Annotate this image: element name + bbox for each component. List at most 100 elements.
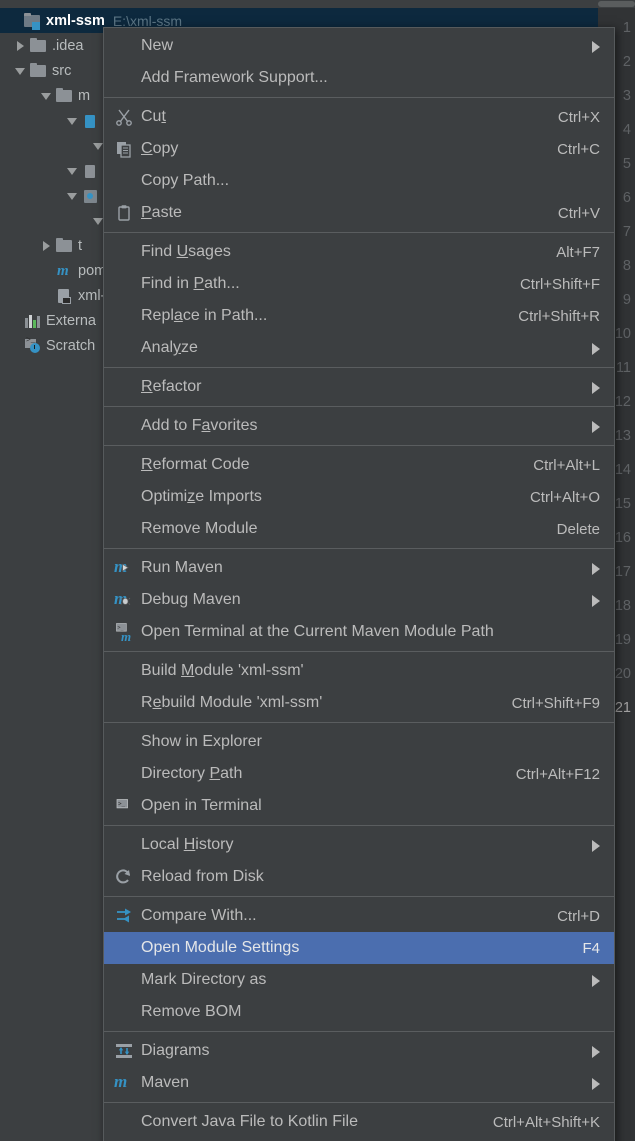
line-number: 5 [622,156,631,172]
menu-item-reformat-code[interactable]: Reformat Code Ctrl+Alt+L [104,449,614,481]
menu-icon-placeholder [113,69,141,87]
menu-item-label: Open in Terminal [141,797,262,814]
menu-icon-placeholder [113,765,141,783]
maven-icon: m [57,262,69,279]
menu-item-remove-module[interactable]: Remove Module Delete [104,513,614,545]
editor-scrollbar[interactable] [598,1,635,7]
menu-separator [104,825,614,826]
menu-item-copy-path[interactable]: Copy Path... [104,165,614,197]
menu-item-label: Analyze [141,339,198,356]
menu-icon-placeholder [113,37,141,55]
copy-icon [113,140,141,158]
menu-item-compare-with[interactable]: Compare With... Ctrl+D [104,900,614,932]
tree-row-label: .idea [52,37,84,54]
menu-item-show-in-explorer[interactable]: Show in Explorer [104,726,614,758]
menu-icon-placeholder [113,378,141,396]
menu-item-label: Run Maven [141,559,223,576]
chevron-down-icon[interactable] [14,64,27,77]
menu-item-rebuild-module-xml-ssm[interactable]: Rebuild Module 'xml-ssm' Ctrl+Shift+F9 [104,687,614,719]
menu-item-shortcut: Ctrl+Shift+R [518,307,600,325]
menu-item-analyze[interactable]: Analyze [104,332,614,364]
menu-item-label: Rebuild Module 'xml-ssm' [141,694,323,711]
menu-item-run-maven[interactable]: m Run Maven [104,552,614,584]
context-menu[interactable]: New Add Framework Support... Cut Ctrl+X Co… [103,27,615,1141]
menu-item-local-history[interactable]: Local History [104,829,614,861]
chevron-right-icon[interactable] [40,239,53,252]
menu-item-mark-directory-as[interactable]: Mark Directory as [104,964,614,996]
tree-arrow-placeholder [40,264,53,277]
menu-item-shortcut: Ctrl+Alt+O [529,488,600,506]
menu-item-debug-maven[interactable]: m Debug Maven [104,584,614,616]
menu-item-build-module-xml-ssm[interactable]: Build Module 'xml-ssm' [104,655,614,687]
menu-item-add-to-favorites[interactable]: Add to Favorites [104,410,614,442]
package-icon [82,113,99,129]
menu-item-optimize-imports[interactable]: Optimize Imports Ctrl+Alt+O [104,481,614,513]
menu-item-label: Find Usages [141,243,231,260]
menu-item-open-module-settings[interactable]: Open Module Settings F4 [104,932,614,964]
menu-item-label: Refactor [141,378,202,395]
menu-separator [104,722,614,723]
tree-arrow-placeholder [8,339,21,352]
menu-item-refactor[interactable]: Refactor [104,371,614,403]
chevron-down-icon[interactable] [66,114,79,127]
menu-item-diagrams[interactable]: Diagrams [104,1035,614,1067]
tree-arrow-placeholder [8,14,21,27]
tree-row-label: pom [78,262,107,279]
menu-item-label: Debug Maven [141,591,241,608]
menu-item-copy[interactable]: Copy Ctrl+C [104,133,614,165]
menu-item-label: Add to Favorites [141,417,258,434]
menu-icon-placeholder [113,836,141,854]
menu-item-label: Local History [141,836,234,853]
chevron-down-icon[interactable] [40,89,53,102]
menu-icon-placeholder [113,1113,141,1131]
menu-item-label: Reload from Disk [141,868,264,885]
menu-item-directory-path[interactable]: Directory Path Ctrl+Alt+F12 [104,758,614,790]
menu-item-label: Find in Path... [141,275,240,292]
menu-icon-placeholder [113,275,141,293]
menu-separator [104,896,614,897]
paste-icon [113,204,141,222]
menu-item-label: Open Terminal at the Current Maven Modul… [141,623,494,640]
menu-icon-placeholder [113,971,141,989]
menu-item-label: Build Module 'xml-ssm' [141,662,304,679]
line-number: 9 [622,292,631,308]
menu-item-open-terminal-at-the-current-maven-module-path[interactable]: >_ m Open Terminal at the Current Maven M… [104,616,614,648]
menu-icon-placeholder [113,939,141,957]
menu-item-find-in-path[interactable]: Find in Path... Ctrl+Shift+F [104,268,614,300]
folder-icon [56,87,73,104]
menu-item-find-usages[interactable]: Find Usages Alt+F7 [104,236,614,268]
line-number: 13 [614,428,631,444]
run-maven-icon: m [114,557,129,576]
menu-item-shortcut: Ctrl+Alt+Shift+K [492,1113,600,1131]
menu-separator [104,232,614,233]
chevron-right-icon[interactable] [14,39,27,52]
tree-arrow-placeholder [40,289,53,302]
folder-icon [30,62,47,79]
line-number: 18 [614,598,631,614]
compare-icon [113,907,141,925]
tree-row-label: Scratch [46,337,96,354]
menu-item-add-framework-support[interactable]: Add Framework Support... [104,62,614,94]
menu-item-remove-bom[interactable]: Remove BOM [104,996,614,1028]
menu-icon-placeholder [113,172,141,190]
menu-item-paste[interactable]: Paste Ctrl+V [104,197,614,229]
menu-item-maven[interactable]: m Maven [104,1067,614,1099]
menu-item-new[interactable]: New [104,30,614,62]
menu-item-cut[interactable]: Cut Ctrl+X [104,101,614,133]
menu-icon-placeholder [113,307,141,325]
tree-row-label: t [78,237,83,254]
chevron-down-icon[interactable] [66,164,79,177]
menu-item-convert-java-file-to-kotlin-file[interactable]: Convert Java File to Kotlin File Ctrl+Alt… [104,1106,614,1138]
submenu-arrow-icon [592,839,600,852]
menu-item-reload-from-disk[interactable]: Reload from Disk [104,861,614,893]
menu-item-open-in-terminal[interactable]: >_ Open in Terminal [104,790,614,822]
menu-icon-placeholder [113,1003,141,1021]
tree-row-label: Externa [46,312,96,329]
package-grey-icon [82,163,99,179]
resource-icon [82,188,99,204]
menu-item-replace-in-path[interactable]: Replace in Path... Ctrl+Shift+R [104,300,614,332]
menu-item-shortcut: Ctrl+Alt+F12 [515,765,600,783]
menu-icon-placeholder [113,488,141,506]
chevron-down-icon[interactable] [66,189,79,202]
scratches-icon [24,336,41,354]
